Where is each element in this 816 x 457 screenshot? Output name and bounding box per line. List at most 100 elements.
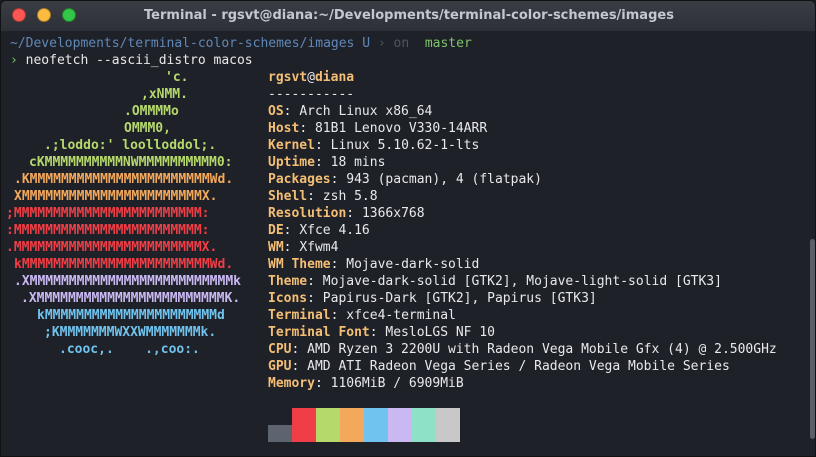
terminal-content[interactable]: ~/Developments/terminal-color-schemes/im… — [1, 31, 815, 456]
info-colon: : — [314, 138, 331, 153]
info-row: GPU: AMD ATI Radeon Vega Series / Radeon… — [268, 358, 730, 375]
logo-line: .XMMMMMMMMMMMMMMMMMMMMMMMMK. — [21, 291, 241, 306]
hostname: diana — [314, 70, 355, 85]
color-swatch — [316, 408, 340, 442]
info-value: Arch Linux x86_64 — [299, 104, 433, 119]
title-bar[interactable]: Terminal - rgsvt@diana:~/Developments/te… — [1, 1, 815, 32]
info-value: 18 mins — [330, 155, 386, 170]
info-value: 81B1 Lenovo V330-14ARR — [314, 121, 488, 136]
info-row: DE: Xfce 4.16 — [268, 222, 370, 239]
info-value: Mojave-dark-solid [GTK2], Mojave-light-s… — [322, 274, 722, 289]
command-text: neofetch --ascii_distro macos — [25, 53, 253, 68]
info-key: CPU — [268, 342, 292, 357]
info-row: CPU: AMD Ryzen 3 2200U with Radeon Vega … — [268, 341, 777, 358]
info-key: Terminal — [268, 308, 331, 323]
info-colon: : — [330, 308, 347, 323]
color-swatch — [412, 408, 436, 442]
color-swatch — [268, 425, 292, 442]
info-key: Icons — [268, 291, 308, 306]
logo-line: .KMMMMMMMMMMMMMMMMMMMMMMMWd. — [14, 172, 234, 187]
username: rgsvt — [268, 70, 308, 85]
info-value: Papirus-Dark [GTK2], Papirus [GTK3] — [322, 291, 597, 306]
info-key: DE — [268, 223, 284, 238]
info-key: Kernel — [268, 138, 315, 153]
logo-line: :MMMMMMMMMMMMMMMMMMMMMMMM: — [6, 223, 210, 238]
logo-line: cKMMMMMMMMMMNWMMMMMMMMMM0: — [29, 155, 233, 170]
prompt-path: ~/Developments/terminal-color-schemes/im… — [10, 36, 355, 51]
info-key: Terminal Font — [268, 325, 370, 340]
info-row: WM Theme: Mojave-dark-solid — [268, 256, 479, 273]
logo-line: .OMMMMo — [124, 104, 179, 119]
logo-line: .XMMMMMMMMMMMMMMMMMMMMMMMMMMk — [14, 274, 241, 289]
info-row: Icons: Papirus-Dark [GTK2], Papirus [GTK… — [268, 290, 597, 307]
info-row: Packages: 943 (pacman), 4 (flatpak) — [268, 171, 542, 188]
info-key: WM — [268, 240, 284, 255]
git-branch: master — [424, 36, 472, 51]
logo-line: kMMMMMMMMMMMMMMMMMMMMMMd — [37, 308, 225, 323]
logo-line: ,xNMM. — [141, 87, 188, 102]
info-value: Xfce 4.16 — [299, 223, 370, 238]
info-value: 1106MiB / 6909MiB — [330, 376, 464, 391]
color-swatch — [292, 408, 316, 442]
info-key: OS — [268, 104, 284, 119]
info-row: OS: Arch Linux x86_64 — [268, 103, 432, 120]
info-colon: : — [291, 359, 308, 374]
info-value: AMD Ryzen 3 2200U with Radeon Vega Mobil… — [307, 342, 777, 357]
info-colon: : — [314, 155, 331, 170]
info-value: zsh 5.8 — [322, 189, 378, 204]
logo-line: .;loddo:' loolloddol;. — [44, 138, 217, 153]
scrollbar[interactable] — [810, 239, 815, 439]
color-swatch — [364, 408, 388, 442]
color-swatch — [388, 408, 412, 442]
info-value: xfce4-terminal — [346, 308, 456, 323]
logo-line: ;KMMMMMMMWXXWMMMMMMMk. — [44, 325, 217, 340]
info-row: Host: 81B1 Lenovo V330-14ARR — [268, 120, 487, 137]
logo-line: ;MMMMMMMMMMMMMMMMMMMMMMMM: — [6, 206, 210, 221]
info-row: Theme: Mojave-dark-solid [GTK2], Mojave-… — [268, 273, 722, 290]
info-key: Memory — [268, 376, 315, 391]
logo-line: .cooc,. .,coo:. — [59, 342, 200, 357]
info-key: Uptime — [268, 155, 315, 170]
info-colon: : — [346, 206, 362, 221]
user-host: rgsvt@diana — [268, 69, 354, 86]
info-colon: : — [330, 172, 347, 187]
info-value: 943 (pacman), 4 (flatpak) — [346, 172, 542, 187]
info-colon: : — [314, 376, 331, 391]
info-value: Xfwm4 — [299, 240, 339, 255]
info-row: Terminal Font: MesloLGS NF 10 — [268, 324, 495, 341]
terminal-window: Terminal - rgsvt@diana:~/Developments/te… — [0, 0, 816, 457]
info-colon: : — [330, 257, 347, 272]
logo-line: .MMMMMMMMMMMMMMMMMMMMMMMMX. — [6, 240, 218, 255]
info-row: WM: Xfwm4 — [268, 239, 338, 256]
info-key: Resolution — [268, 206, 347, 221]
info-colon: : — [307, 291, 323, 306]
prompt-arrow-icon: › — [10, 53, 18, 68]
color-swatch — [436, 408, 460, 442]
at-sign: @ — [307, 70, 315, 85]
info-row: Shell: zsh 5.8 — [268, 188, 378, 205]
info-colon: : — [369, 325, 386, 340]
prompt-status: U — [362, 36, 371, 51]
command-line: › neofetch --ascii_distro macos — [10, 52, 253, 69]
color-swatch — [340, 408, 364, 442]
info-colon: : — [283, 223, 300, 238]
info-colon: : — [283, 240, 300, 255]
info-row: Uptime: 18 mins — [268, 154, 385, 171]
info-key: Theme — [268, 274, 308, 289]
window-title: Terminal - rgsvt@diana:~/Developments/te… — [144, 8, 674, 23]
header-underline: ----------- — [268, 87, 355, 102]
info-key: Shell — [268, 189, 308, 204]
info-key: WM Theme — [268, 257, 331, 272]
info-row: Resolution: 1366x768 — [268, 205, 425, 222]
prompt-line: ~/Developments/terminal-color-schemes/im… — [10, 35, 472, 52]
prompt-separator-icon: › — [377, 36, 386, 51]
info-colon: : — [307, 189, 323, 204]
info-colon: : — [291, 342, 308, 357]
logo-line: kMMMMMMMMMMMMMMMMMMMMMMMMWd. — [14, 257, 234, 272]
logo-line: 'c. — [165, 70, 189, 85]
info-row: Memory: 1106MiB / 6909MiB — [268, 375, 464, 392]
info-colon: : — [283, 104, 300, 119]
info-value: MesloLGS NF 10 — [385, 325, 495, 340]
info-value: AMD ATI Radeon Vega Series / Radeon Vega… — [307, 359, 730, 374]
logo-line: XMMMMMMMMMMMMMMMMMMMMMMMX. — [14, 189, 218, 204]
